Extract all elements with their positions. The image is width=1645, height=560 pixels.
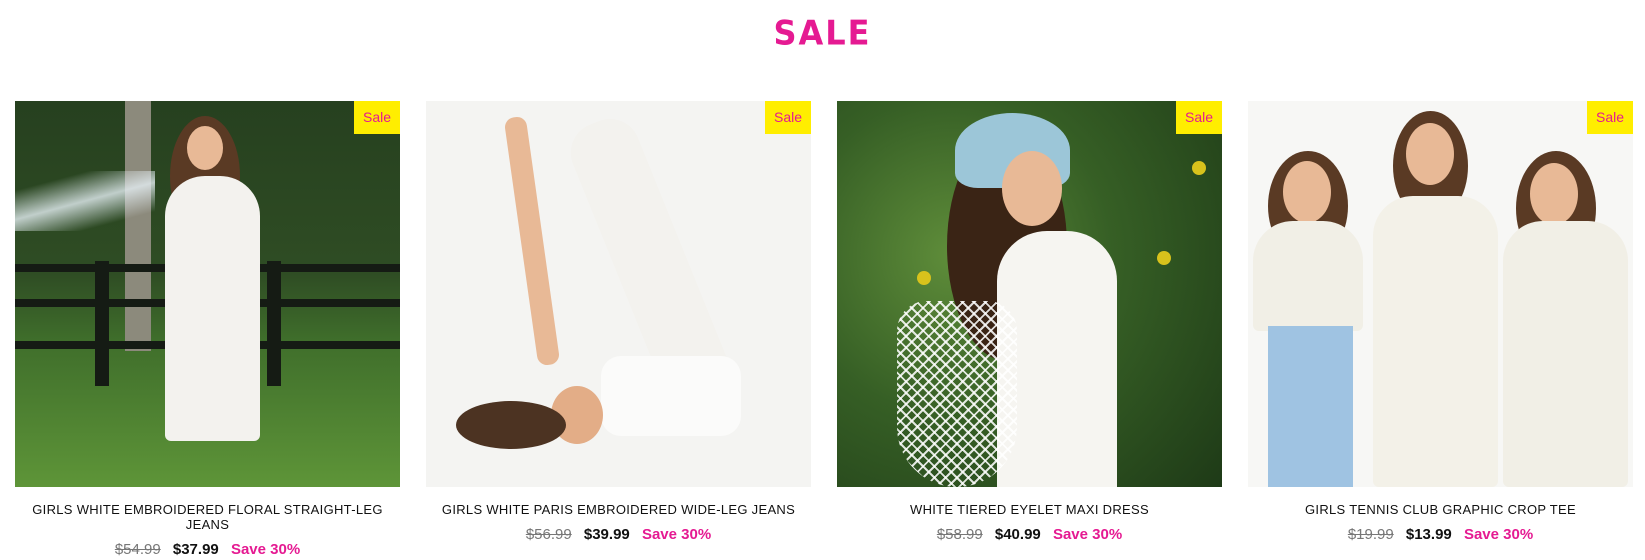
model-hoodie [1253, 221, 1363, 331]
product-image[interactable]: Sale [837, 101, 1222, 487]
model-hair [456, 401, 566, 449]
product-image[interactable]: Sale [15, 101, 400, 487]
orchard-scene [837, 101, 1222, 487]
product-card[interactable]: Sale GIRLS WHITE EMBROIDERED FLORAL STRA… [15, 101, 400, 558]
price-row: $56.99 $39.99 Save 30% [426, 526, 811, 543]
product-card[interactable]: Sale WHITE TIERED EYELET MAXI DRESS $58.… [837, 101, 1222, 558]
studio-scene [426, 101, 811, 487]
discount-label: Save 30% [1052, 526, 1123, 543]
model-arm [503, 115, 561, 367]
lemon [1192, 161, 1206, 175]
original-price: $54.99 [114, 541, 161, 558]
product-grid: Sale GIRLS WHITE EMBROIDERED FLORAL STRA… [15, 101, 1633, 558]
sale-page: SALE Sale GIRLS WHITE EMBROIDERED FLORAL… [0, 0, 1645, 560]
product-name[interactable]: GIRLS TENNIS CLUB GRAPHIC CROP TEE [1248, 502, 1633, 517]
price-row: $54.99 $37.99 Save 30% [15, 541, 400, 558]
model-face [1406, 123, 1454, 185]
sale-price: $37.99 [172, 541, 219, 558]
model-outfit [1373, 196, 1498, 487]
model-top [601, 356, 741, 436]
model-face [1002, 151, 1062, 226]
fence-post [267, 261, 281, 386]
model-face [1530, 163, 1578, 225]
lemon [1157, 251, 1171, 265]
product-image[interactable]: Sale [426, 101, 811, 487]
water-spray [15, 171, 155, 231]
page-title: SALE [773, 13, 872, 53]
sale-price: $39.99 [583, 526, 630, 543]
fence-post [95, 261, 109, 386]
discount-label: Save 30% [641, 526, 712, 543]
original-price: $58.99 [936, 526, 983, 543]
model-jeans [1268, 326, 1353, 487]
product-card[interactable]: Sale GIRLS TENNIS CLUB GRAPHIC CROP TEE … [1248, 101, 1633, 558]
product-card[interactable]: Sale GIRLS WHITE PARIS EMBROIDERED WIDE-… [426, 101, 811, 558]
product-name[interactable]: WHITE TIERED EYELET MAXI DRESS [837, 502, 1222, 517]
sale-price: $40.99 [994, 526, 1041, 543]
sale-badge: Sale [354, 101, 400, 134]
sale-badge: Sale [765, 101, 811, 134]
model-hoodie [1503, 221, 1628, 487]
model-face [187, 126, 223, 170]
price-row: $58.99 $40.99 Save 30% [837, 526, 1222, 543]
product-name[interactable]: GIRLS WHITE EMBROIDERED FLORAL STRAIGHT-… [15, 502, 400, 532]
sale-badge: Sale [1176, 101, 1222, 134]
original-price: $56.99 [525, 526, 572, 543]
studio-scene [1248, 101, 1633, 487]
model-face [1283, 161, 1331, 223]
lemon [917, 271, 931, 285]
price-row: $19.99 $13.99 Save 30% [1248, 526, 1633, 543]
discount-label: Save 30% [230, 541, 301, 558]
sale-badge: Sale [1587, 101, 1633, 134]
mesh-bag [897, 301, 1017, 487]
garden-scene [15, 101, 400, 487]
model-outfit [165, 176, 260, 441]
product-name[interactable]: GIRLS WHITE PARIS EMBROIDERED WIDE-LEG J… [426, 502, 811, 517]
original-price: $19.99 [1347, 526, 1394, 543]
sale-price: $13.99 [1405, 526, 1452, 543]
product-image[interactable]: Sale [1248, 101, 1633, 487]
discount-label: Save 30% [1463, 526, 1534, 543]
